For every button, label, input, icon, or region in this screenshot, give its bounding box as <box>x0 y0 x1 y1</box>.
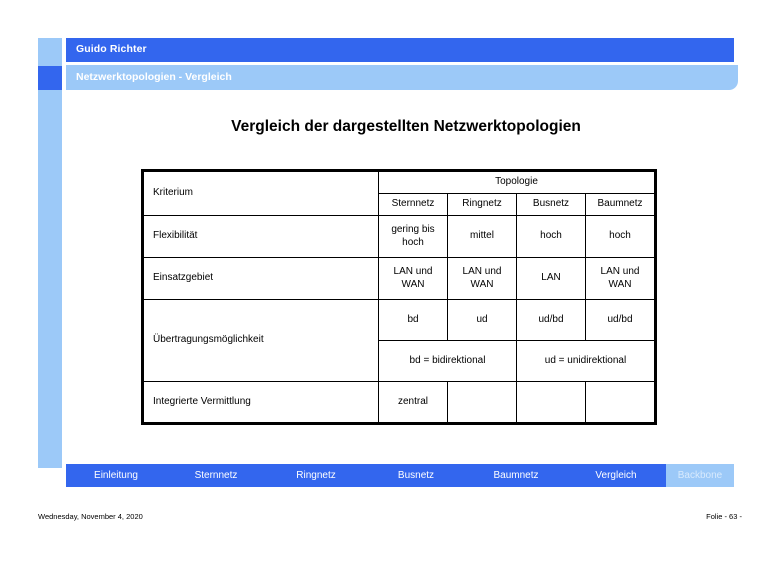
cell-flexibilitaet-baumnetz: hoch <box>585 215 655 258</box>
cell-flexibilitaet-ringnetz: mittel <box>447 215 517 258</box>
nav-item-baumnetz[interactable]: Baumnetz <box>466 464 566 487</box>
cell-vermittlung-ringnetz <box>447 381 517 423</box>
group-header-cell: Topologie <box>378 171 655 194</box>
nav-item-backbone[interactable]: Backbone <box>666 464 734 487</box>
cell-flexibilitaet-sternnetz: gering bis hoch <box>378 215 448 258</box>
criterion-header-cell: Kriterium <box>143 171 379 216</box>
left-accent-block <box>38 66 62 90</box>
nav-item-ringnetz[interactable]: Ringnetz <box>266 464 366 487</box>
row-label-flexibilitaet: Flexibilität <box>143 215 379 258</box>
cell-uebertragung-baumnetz: ud/bd <box>585 299 655 341</box>
column-header-busnetz: Busnetz <box>516 193 586 216</box>
author-label: Guido Richter <box>76 43 147 55</box>
table-row: Übertragungsmöglichkeit bd ud ud/bd ud/b… <box>143 299 655 382</box>
column-header-baumnetz: Baumnetz <box>585 193 655 216</box>
nav-item-vergleich[interactable]: Vergleich <box>566 464 666 487</box>
table-row-group-header: Kriterium Topologie <box>143 171 655 216</box>
table-row: Integrierte Vermittlung zentral <box>143 381 655 423</box>
table-row: Flexibilität gering bis hoch mittel hoch… <box>143 215 655 258</box>
cell-vermittlung-sternnetz: zentral <box>378 381 448 423</box>
cell-uebertragung-busnetz: ud/bd <box>516 299 586 341</box>
cell-vermittlung-busnetz <box>516 381 586 423</box>
author-bar: Guido Richter <box>66 38 734 62</box>
row-label-uebertragungsmoeglichkeit: Übertragungsmöglichkeit <box>143 299 379 382</box>
nav-item-sternnetz[interactable]: Sternnetz <box>166 464 266 487</box>
cell-vermittlung-baumnetz <box>585 381 655 423</box>
cell-uebertragung-ringnetz: ud <box>447 299 517 341</box>
legend-unidirektional: ud = unidirektional <box>516 340 655 382</box>
comparison-table-wrapper: Kriterium Topologie Sternnetz Ringnetz B… <box>141 169 657 425</box>
topic-label: Netzwerktopologien - Vergleich <box>76 71 232 83</box>
legend-bidirektional: bd = bidirektional <box>378 340 517 382</box>
column-header-sternnetz: Sternnetz <box>378 193 448 216</box>
cell-einsatzgebiet-baumnetz: LAN und WAN <box>585 257 655 300</box>
column-header-ringnetz: Ringnetz <box>447 193 517 216</box>
topic-bar: Netzwerktopologien - Vergleich <box>66 65 738 90</box>
footer-page-number: Folie - 63 - <box>706 512 742 521</box>
left-accent-rail <box>38 38 62 468</box>
comparison-table: Kriterium Topologie Sternnetz Ringnetz B… <box>143 171 655 423</box>
row-label-integrierte-vermittlung: Integrierte Vermittlung <box>143 381 379 423</box>
bottom-navigation: Einleitung Sternnetz Ringnetz Busnetz Ba… <box>66 464 734 487</box>
slide-canvas: Guido Richter Netzwerktopologien - Vergl… <box>0 0 780 570</box>
footer-date: Wednesday, November 4, 2020 <box>38 512 143 521</box>
cell-einsatzgebiet-ringnetz: LAN und WAN <box>447 257 517 300</box>
nav-item-busnetz[interactable]: Busnetz <box>366 464 466 487</box>
page-title: Vergleich der dargestellten Netzwerktopo… <box>231 118 581 135</box>
table-row: Einsatzgebiet LAN und WAN LAN und WAN LA… <box>143 257 655 300</box>
cell-uebertragung-sternnetz: bd <box>378 299 448 341</box>
row-label-einsatzgebiet: Einsatzgebiet <box>143 257 379 300</box>
cell-einsatzgebiet-sternnetz: LAN und WAN <box>378 257 448 300</box>
cell-flexibilitaet-busnetz: hoch <box>516 215 586 258</box>
cell-einsatzgebiet-busnetz: LAN <box>516 257 586 300</box>
nav-item-einleitung[interactable]: Einleitung <box>66 464 166 487</box>
